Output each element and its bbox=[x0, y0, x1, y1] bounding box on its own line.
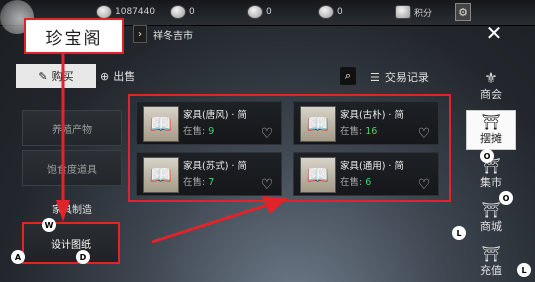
sidebar-label: 集市 bbox=[480, 176, 502, 189]
item-count-value: 6 bbox=[365, 177, 372, 188]
points-label: 积分 bbox=[414, 8, 433, 19]
gear-icon[interactable]: ⚙ bbox=[455, 3, 471, 21]
heart-icon[interactable]: ♡ bbox=[416, 126, 432, 142]
category-label: 饱食度道具 bbox=[47, 164, 97, 176]
stall-icon: ⛩ bbox=[481, 113, 501, 131]
book-icon: 📖 bbox=[300, 157, 336, 193]
shell-value: 0 bbox=[189, 7, 195, 17]
book-icon: 📖 bbox=[300, 106, 336, 142]
tab-sell-label: 出售 bbox=[113, 70, 136, 83]
item-status-label: 在售: bbox=[183, 177, 206, 188]
scroll-value: 0 bbox=[337, 7, 343, 17]
item-count: 在售: 6 bbox=[340, 174, 371, 188]
item-card[interactable]: 📖 家具(古朴) · 简 在售: 16 ♡ bbox=[293, 101, 439, 145]
item-count: 在售: 16 bbox=[340, 123, 377, 137]
item-count-value: 16 bbox=[365, 126, 378, 137]
sidebar-label: 商城 bbox=[480, 220, 502, 233]
coin-value: 1087440 bbox=[115, 7, 156, 17]
annotation-arrow-down bbox=[56, 54, 70, 222]
tab-sell[interactable]: ⊕ 出售 bbox=[100, 64, 170, 88]
recharge-icon: ⛩ bbox=[481, 245, 501, 263]
item-count: 在售: 7 bbox=[183, 174, 214, 188]
category-blueprint[interactable]: 设计图纸 bbox=[22, 222, 120, 264]
key-hint-badge: O bbox=[499, 191, 513, 205]
category-furniture[interactable]: 家具制造 bbox=[22, 190, 122, 226]
page-title: 珍宝阁 bbox=[24, 18, 124, 54]
sidebar-item-recharge[interactable]: ⛩ 充值 bbox=[466, 242, 516, 282]
book-icon: 📖 bbox=[143, 157, 179, 193]
item-grid: 📖 家具(唐风) · 简 在售: 9 ♡ 📖 家具(古朴) · 简 在售: 16… bbox=[128, 94, 451, 202]
trade-records-label: 交易记录 bbox=[384, 71, 429, 84]
sidebar-item-guild[interactable]: ⚜ 商会 bbox=[466, 66, 516, 106]
scroll-icon bbox=[318, 5, 334, 19]
category-food[interactable]: 饱食度道具 bbox=[22, 150, 122, 186]
key-hint-badge: D bbox=[76, 250, 90, 264]
key-hint-badge: L bbox=[517, 263, 531, 277]
search-icon[interactable]: ⌕ bbox=[340, 67, 356, 85]
coin-icon bbox=[96, 5, 112, 19]
item-status-label: 在售: bbox=[340, 177, 363, 188]
heart-icon[interactable]: ♡ bbox=[259, 126, 275, 142]
item-count-value: 7 bbox=[208, 177, 215, 188]
sidebar-label: 摆摊 bbox=[480, 132, 502, 145]
sidebar-label: 商会 bbox=[480, 88, 502, 101]
shell-icon bbox=[170, 5, 186, 19]
key-hint-badge: O bbox=[480, 149, 494, 163]
item-count-value: 9 bbox=[208, 126, 215, 137]
trade-records-button[interactable]: ☰ 交易记录 bbox=[370, 67, 429, 87]
points-display[interactable]: 积分 bbox=[395, 3, 432, 21]
sell-icon: ⊕ bbox=[100, 69, 110, 83]
key-hint-badge: A bbox=[11, 250, 25, 264]
key-hint-badge: L bbox=[452, 226, 466, 240]
category-label: 设计图纸 bbox=[51, 239, 91, 251]
sidebar-label: 充值 bbox=[480, 264, 502, 277]
item-count: 在售: 9 bbox=[183, 123, 214, 137]
points-icon bbox=[395, 5, 411, 19]
item-card[interactable]: 📖 家具(通用) · 简 在售: 6 ♡ bbox=[293, 152, 439, 196]
sidebar-item-stall[interactable]: ⛩ 摆摊 bbox=[466, 110, 516, 150]
list-icon: ☰ bbox=[370, 70, 380, 84]
chevron-right-icon: › bbox=[133, 25, 147, 43]
item-name: 家具(唐风) · 简 bbox=[183, 110, 247, 121]
currency-feather: 0 bbox=[247, 3, 272, 21]
currency-shell: 0 bbox=[170, 3, 195, 21]
breadcrumb-label: 祥冬吉市 bbox=[153, 30, 193, 42]
item-status-label: 在售: bbox=[340, 126, 363, 137]
item-name: 家具(通用) · 简 bbox=[340, 161, 404, 172]
close-icon[interactable]: ✕ bbox=[481, 20, 507, 46]
heart-icon[interactable]: ♡ bbox=[259, 177, 275, 193]
item-card[interactable]: 📖 家具(唐风) · 简 在售: 9 ♡ bbox=[136, 101, 282, 145]
buy-icon: ✎ bbox=[38, 69, 48, 83]
item-name: 家具(古朴) · 简 bbox=[340, 110, 404, 121]
book-icon: 📖 bbox=[143, 106, 179, 142]
shop-icon: ⛩ bbox=[481, 201, 501, 219]
item-card[interactable]: 📖 家具(苏式) · 简 在售: 7 ♡ bbox=[136, 152, 282, 196]
category-breeding[interactable]: 养殖产物 bbox=[22, 110, 122, 146]
key-hint-badge: W bbox=[42, 218, 56, 232]
feather-icon bbox=[247, 5, 263, 19]
heart-icon[interactable]: ♡ bbox=[416, 177, 432, 193]
annotation-arrow-diagonal bbox=[151, 196, 288, 244]
item-status-label: 在售: bbox=[183, 126, 206, 137]
item-name: 家具(苏式) · 简 bbox=[183, 161, 247, 172]
guild-icon: ⚜ bbox=[484, 69, 498, 87]
currency-scroll: 0 bbox=[318, 3, 343, 21]
feather-value: 0 bbox=[266, 7, 272, 17]
breadcrumb[interactable]: › 祥冬吉市 bbox=[133, 24, 193, 44]
